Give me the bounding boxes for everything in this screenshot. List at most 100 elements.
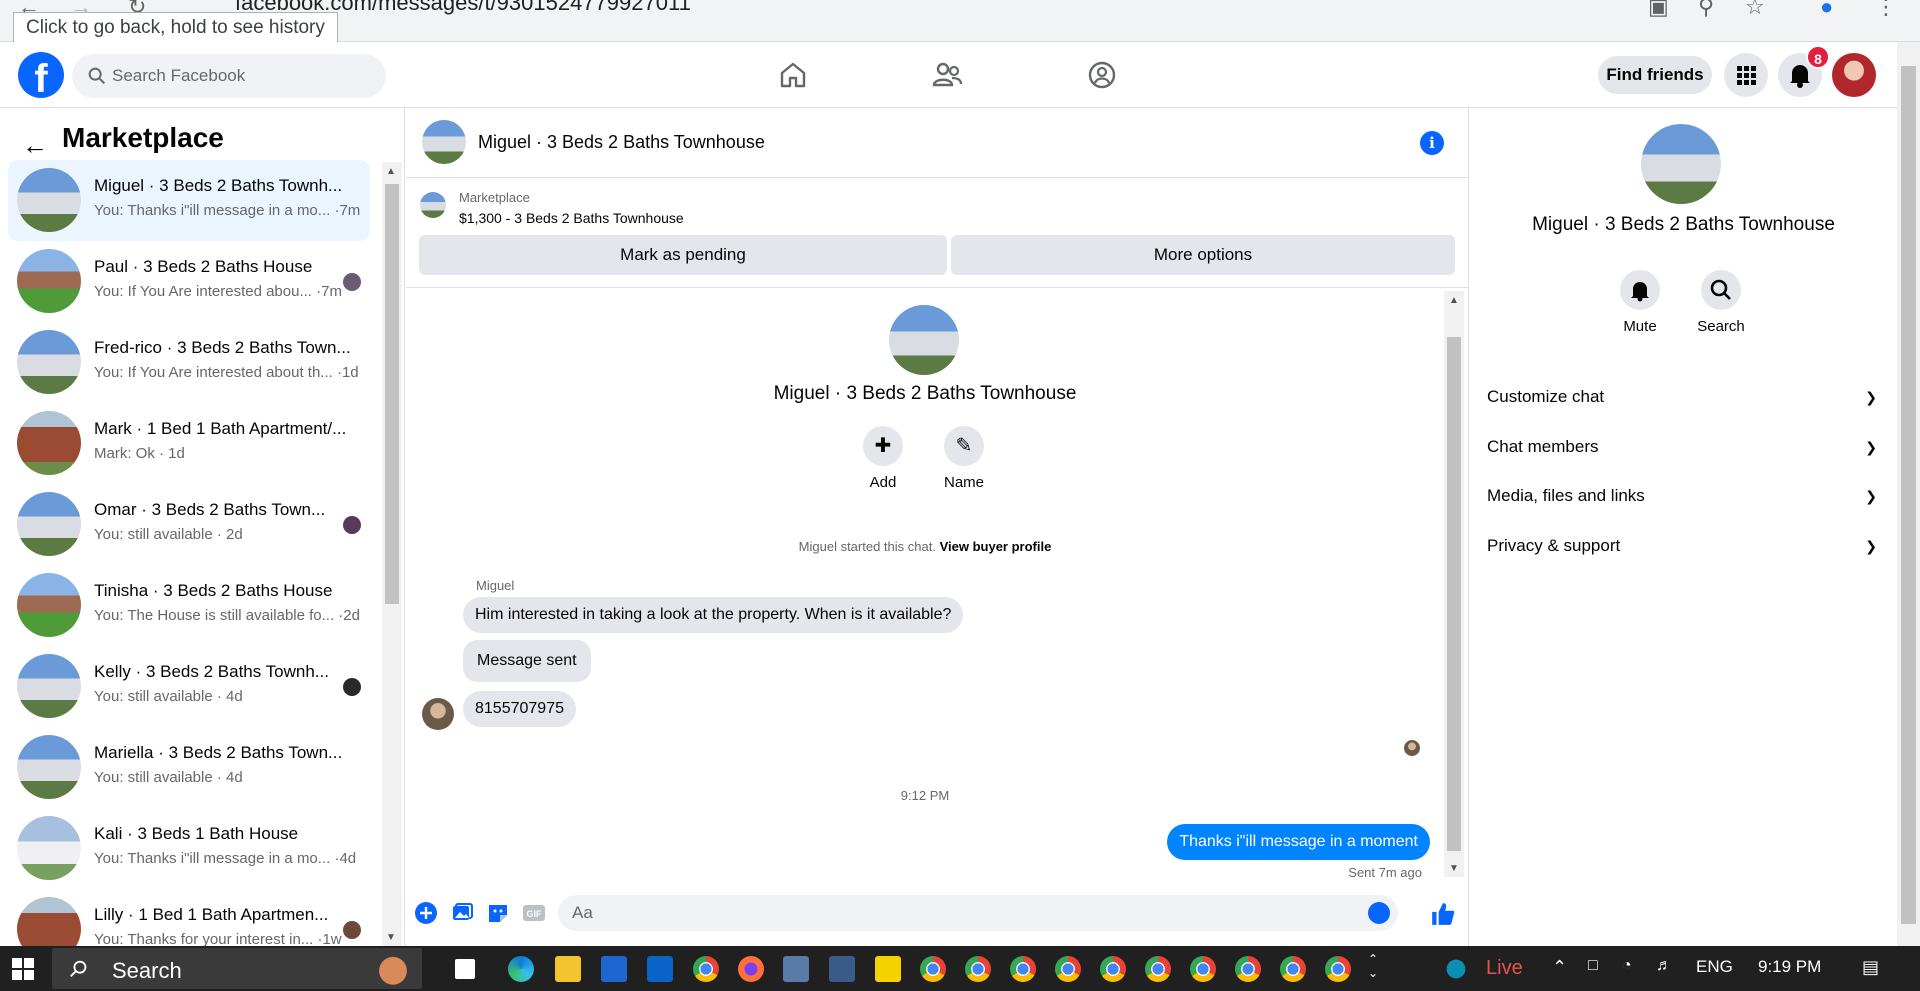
message-input-field[interactable]: [558, 895, 1398, 931]
chrome-icon[interactable]: [1325, 956, 1351, 982]
scroll-up-arrow-icon[interactable]: ▲: [386, 166, 396, 177]
chat-members-section[interactable]: Chat members ❯: [1487, 427, 1881, 467]
photo-icon[interactable]: [450, 901, 474, 925]
scroll-up-arrow-icon[interactable]: ▲: [1449, 295, 1459, 306]
emoji-icon[interactable]: [1368, 902, 1390, 924]
listing-thumbnail[interactable]: [420, 192, 446, 218]
chat-list-item[interactable]: Fred-rico · 3 Beds 2 Baths Town... You: I…: [8, 322, 370, 403]
taskbar-search[interactable]: Search: [52, 948, 422, 989]
firefox-icon[interactable]: [738, 956, 764, 982]
chrome-icon[interactable]: [1145, 956, 1171, 982]
scroll-down-arrow-icon[interactable]: ▼: [386, 932, 396, 943]
groups-icon[interactable]: [1085, 58, 1119, 92]
sticky-notes-icon[interactable]: [875, 956, 901, 982]
live-label[interactable]: Live: [1486, 957, 1523, 980]
store-icon[interactable]: [601, 956, 627, 982]
chrome-icon[interactable]: [920, 956, 946, 982]
meet-icon[interactable]: □: [1588, 957, 1598, 975]
install-icon[interactable]: ▣: [1648, 0, 1674, 20]
task-view-icon[interactable]: [455, 959, 475, 979]
clock[interactable]: 9:19 PM: [1758, 957, 1821, 977]
thread-avatar[interactable]: [889, 305, 959, 375]
live-logo-icon[interactable]: [1443, 956, 1469, 982]
bookmark-star-icon[interactable]: ☆: [1745, 0, 1771, 20]
info-icon[interactable]: i: [1420, 131, 1444, 155]
details-avatar[interactable]: [1641, 124, 1721, 204]
chat-list-item[interactable]: Miguel · 3 Beds 2 Baths Townh... You: Tha…: [8, 160, 370, 241]
chat-list-item[interactable]: Tinisha · 3 Beds 2 Baths House You: The H…: [8, 565, 370, 646]
back-arrow-icon[interactable]: ←: [22, 130, 48, 161]
add-people-button[interactable]: ✚ Add: [853, 426, 913, 491]
page-scrollbar[interactable]: [1897, 42, 1920, 946]
app-icon[interactable]: [829, 956, 855, 982]
taskbar-overflow-icon[interactable]: ⌃ ⌄: [1368, 952, 1378, 980]
mark-as-pending-button[interactable]: Mark as pending: [419, 235, 947, 275]
tray-chevron-icon[interactable]: ⌃: [1552, 957, 1567, 978]
message-input[interactable]: [572, 895, 1332, 931]
chrome-icon[interactable]: [1280, 956, 1306, 982]
scroll-thumb[interactable]: [1447, 337, 1461, 851]
thumbs-up-icon[interactable]: [1430, 901, 1456, 927]
customize-chat-section[interactable]: Customize chat ❯: [1487, 377, 1881, 417]
edit-name-button[interactable]: ✎ Name: [934, 426, 994, 491]
zoom-icon[interactable]: ⚲: [1698, 0, 1724, 20]
incoming-message[interactable]: 8155707975: [463, 691, 576, 727]
plus-circle-icon[interactable]: [414, 901, 438, 925]
chrome-icon[interactable]: [1100, 956, 1126, 982]
facebook-logo-icon[interactable]: f: [18, 52, 64, 101]
chat-avatar[interactable]: [422, 120, 466, 164]
thread-name: Miguel · 3 Beds 2 Baths Townhouse: [773, 383, 1077, 404]
chrome-icon[interactable]: [1190, 956, 1216, 982]
sticker-icon[interactable]: [486, 901, 510, 925]
chrome-icon[interactable]: [1010, 956, 1036, 982]
chat-list-item[interactable]: Omar · 3 Beds 2 Baths Town... You: still …: [8, 484, 370, 565]
scroll-thumb[interactable]: [1901, 66, 1916, 924]
file-explorer-icon[interactable]: [555, 956, 581, 982]
wifi-icon[interactable]: ◔: [1622, 957, 1632, 975]
listing-title[interactable]: $1,300 - 3 Beds 2 Baths Townhouse: [459, 210, 684, 226]
windows-start-icon[interactable]: [12, 958, 34, 980]
account-avatar[interactable]: [1832, 53, 1876, 97]
privacy-support-section[interactable]: Privacy & support ❯: [1487, 526, 1881, 566]
search-in-chat-button[interactable]: Search: [1691, 270, 1751, 335]
app-icon[interactable]: [783, 956, 809, 982]
chat-list-item[interactable]: Mariella · 3 Beds 2 Baths Town... You: st…: [8, 727, 370, 808]
outlook-icon[interactable]: [647, 956, 673, 982]
incoming-message[interactable]: Message sent: [463, 640, 591, 682]
language-indicator[interactable]: ENG: [1696, 957, 1733, 977]
chrome-icon[interactable]: [1055, 956, 1081, 982]
scroll-thumb[interactable]: [385, 184, 399, 604]
chrome-icon[interactable]: [693, 956, 719, 982]
volume-icon[interactable]: ♬: [1656, 957, 1672, 975]
chrome-icon[interactable]: [965, 956, 991, 982]
chat-list-item[interactable]: Kelly · 3 Beds 2 Baths Townh... You: stil…: [8, 646, 370, 727]
chrome-icon[interactable]: [1235, 956, 1261, 982]
home-icon[interactable]: [776, 58, 810, 92]
chat-list-item[interactable]: Paul · 3 Beds 2 Baths House You: If You A…: [8, 241, 370, 322]
menu-dots-icon[interactable]: ⋮: [1875, 0, 1901, 20]
seen-avatar: [343, 516, 361, 534]
menu-grid-button[interactable]: [1724, 53, 1768, 97]
chat-list-item[interactable]: Mark · 1 Bed 1 Bath Apartment/... Mark: O…: [8, 403, 370, 484]
sender-avatar[interactable]: [422, 698, 454, 730]
search-facebook-input[interactable]: Search Facebook: [72, 54, 386, 98]
edge-icon[interactable]: [508, 956, 534, 982]
outgoing-message[interactable]: Thanks i"ill message in a moment: [1167, 824, 1430, 860]
chat-list-item[interactable]: Kali · 3 Beds 1 Bath House You: Thanks i"…: [8, 808, 370, 889]
profile-icon[interactable]: ●: [1820, 0, 1846, 20]
thread-scrollbar[interactable]: ▲ ▼: [1444, 291, 1464, 877]
more-options-button[interactable]: More options: [951, 235, 1455, 275]
windows-taskbar: Search ⌃ ⌄ Live ⌃ □ ◔ ♬ ENG 9:19 PM ▤: [0, 946, 1920, 991]
notification-center-icon[interactable]: ▤: [1862, 957, 1879, 978]
friends-icon[interactable]: [930, 58, 964, 92]
find-friends-button[interactable]: Find friends: [1598, 56, 1712, 94]
view-buyer-profile-link[interactable]: View buyer profile: [940, 539, 1052, 554]
gif-icon[interactable]: GIF: [522, 901, 546, 925]
sidebar-scrollbar[interactable]: ▲ ▼: [382, 162, 402, 946]
chat-name: Mark · 1 Bed 1 Bath Apartment/...: [94, 419, 347, 438]
incoming-message[interactable]: Him interested in taking a look at the p…: [463, 597, 964, 633]
mute-button[interactable]: Mute: [1610, 270, 1670, 335]
chat-title[interactable]: Miguel · 3 Beds 2 Baths Townhouse: [478, 132, 765, 153]
media-files-links-section[interactable]: Media, files and links ❯: [1487, 476, 1881, 516]
scroll-down-arrow-icon[interactable]: ▼: [1449, 863, 1459, 874]
